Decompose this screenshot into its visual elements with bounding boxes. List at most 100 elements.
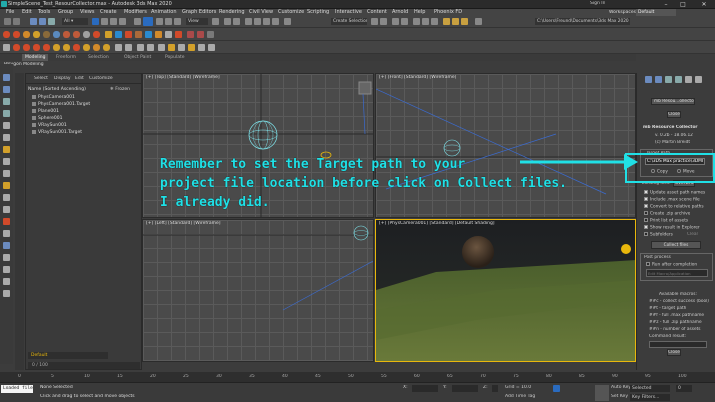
menu-file[interactable]: File (6, 9, 14, 16)
rectangular-selection-icon[interactable] (110, 18, 117, 25)
hierarchy-icon[interactable] (3, 98, 10, 105)
menu-edit[interactable]: Edit (22, 9, 32, 16)
menu-arnold[interactable]: Arnold (392, 9, 408, 16)
option-print-assets[interactable]: Print list of assets (644, 218, 688, 224)
eye-icon[interactable] (32, 129, 36, 134)
close-utility-button[interactable]: Close (667, 111, 681, 118)
phoenix-voxel-icon[interactable] (165, 31, 172, 38)
panel-tab-display-icon[interactable] (685, 76, 692, 83)
eye-icon[interactable] (32, 101, 36, 106)
curve-editor-icon[interactable] (413, 18, 420, 25)
arnold-ipr-icon[interactable] (207, 31, 214, 38)
viewport-label-front[interactable]: [+] [Front] [Standard] [Wireframe] (379, 75, 456, 80)
explorer-tab-display[interactable]: Display (54, 76, 71, 81)
rollout-title[interactable]: mb Resource Collector (643, 125, 698, 130)
tab-modeling[interactable]: Modeling (22, 54, 48, 61)
vray-plane-icon[interactable] (83, 31, 90, 38)
rendered-frame-window-icon[interactable] (452, 18, 459, 25)
close-window-button[interactable]: ✕ (697, 1, 711, 8)
x-coordinate-field[interactable] (412, 385, 438, 392)
vray-fur-icon[interactable] (73, 31, 80, 38)
vray-sky-icon[interactable] (53, 44, 60, 51)
key-filters-button[interactable]: Key Filters... (630, 394, 670, 401)
eye-icon[interactable] (32, 108, 36, 113)
select-object-icon[interactable] (92, 18, 99, 25)
link-icon[interactable] (30, 18, 37, 25)
vray-scatter-icon[interactable] (103, 44, 110, 51)
list-item[interactable]: PhysCamera001 (32, 94, 142, 101)
explorer-tab-select[interactable]: Select (34, 76, 48, 81)
command-result-field[interactable] (649, 341, 707, 348)
vray-ies-icon[interactable] (53, 31, 60, 38)
phoenix-wind-icon[interactable] (145, 31, 152, 38)
menu-rendering[interactable]: Rendering (219, 9, 245, 16)
scale-icon[interactable] (165, 18, 172, 25)
arnold-light-icon[interactable] (197, 31, 204, 38)
key-icon[interactable] (595, 385, 609, 401)
light-icon[interactable] (3, 146, 10, 153)
panel-tab-hierarchy-icon[interactable] (665, 76, 672, 83)
angle-snap-icon[interactable] (254, 18, 261, 25)
snaps-toggle-icon[interactable] (245, 18, 252, 25)
menu-views[interactable]: Views (80, 9, 94, 16)
tab-freeform[interactable]: Freeform (56, 54, 76, 61)
project-folder-icon[interactable] (475, 18, 482, 25)
move-icon[interactable] (134, 18, 141, 25)
create-icon[interactable] (3, 74, 10, 81)
menu-group[interactable]: Group (58, 9, 73, 16)
menu-modifiers[interactable]: Modifiers (124, 9, 147, 16)
list-item[interactable]: VRaySun001.Target (32, 129, 142, 136)
tab-object-paint[interactable]: Object Paint (124, 54, 151, 61)
add-time-tag[interactable]: Add Time Tag (505, 394, 535, 399)
material-editor-icon[interactable] (431, 18, 438, 25)
vray-decal-icon[interactable] (83, 44, 90, 51)
option-show-in-explorer[interactable]: Show result in Explorer (644, 225, 700, 231)
viewport-left[interactable]: [+] [Left] [Standard] [Wireframe] (142, 219, 374, 362)
project-path-field[interactable]: C:\Users\Freund\Documents\3ds Max 2020 (535, 18, 630, 25)
vray-render-icon[interactable] (3, 31, 10, 38)
select-by-name-icon[interactable] (101, 18, 108, 25)
z-coordinate-field[interactable] (492, 385, 498, 392)
align-icon[interactable] (380, 18, 387, 25)
helper-strip-icon[interactable] (3, 170, 10, 177)
bones-icon[interactable] (3, 278, 10, 285)
maxscript-listener[interactable]: Loaded file (1, 385, 33, 393)
explorer-tab-edit[interactable]: Edit (75, 76, 84, 81)
tab-populate[interactable]: Populate (165, 54, 185, 61)
utilities-icon[interactable] (3, 134, 10, 141)
phoenix-foam-icon[interactable] (175, 31, 182, 38)
phoenix-source-icon[interactable] (125, 31, 132, 38)
selection-filter-dropdown[interactable]: All ▾ (62, 18, 88, 25)
shapes-icon[interactable] (3, 242, 10, 249)
play-icon[interactable] (115, 44, 122, 51)
viewport-label-top[interactable]: [+] [Top] [Standard] [Wireframe] (146, 75, 220, 80)
vray-aerial-icon[interactable] (63, 44, 70, 51)
panel-tab-motion-icon[interactable] (675, 76, 682, 83)
viewport-camera[interactable]: [+] [PhysCamera001] [Standard] [Default … (375, 219, 636, 362)
viewport-label-camera[interactable]: [+] [PhysCamera001] [Standard] [Default … (379, 221, 495, 226)
layer-icon[interactable] (3, 218, 10, 225)
window-crossing-icon[interactable] (119, 18, 126, 25)
menu-customize[interactable]: Customize (278, 9, 304, 16)
vray-toolbar-icon[interactable] (43, 44, 50, 51)
explorer-tab-customize[interactable]: Customize (89, 76, 113, 81)
motion-icon[interactable] (3, 110, 10, 117)
pivot-center-icon[interactable] (212, 18, 219, 25)
xrefs-icon[interactable] (3, 266, 10, 273)
interactive-render-icon[interactable] (13, 44, 20, 51)
list-item[interactable]: PhysCamera001.Target (32, 101, 142, 108)
menu-graph-editors[interactable]: Graph Editors (182, 9, 216, 16)
option-create-zip[interactable]: Create .zip archive (644, 211, 690, 217)
vray-mesh-export-icon[interactable] (93, 31, 100, 38)
maximize-button[interactable]: □ (676, 1, 690, 8)
option-include-max-file[interactable]: Include .max scene file (644, 197, 700, 203)
render-production-icon[interactable] (461, 18, 468, 25)
reference-coordinate-dropdown[interactable]: View (186, 18, 208, 25)
option-update-asset-paths[interactable]: Update asset path names (644, 190, 705, 196)
modify-icon[interactable] (3, 86, 10, 93)
minimize-button[interactable]: – (659, 1, 673, 8)
vray-denoise-icon[interactable] (73, 44, 80, 51)
list-item[interactable]: Sphere001 (32, 115, 142, 122)
filter-icon[interactable] (3, 230, 10, 237)
phoenix-liquid-icon[interactable] (115, 31, 122, 38)
